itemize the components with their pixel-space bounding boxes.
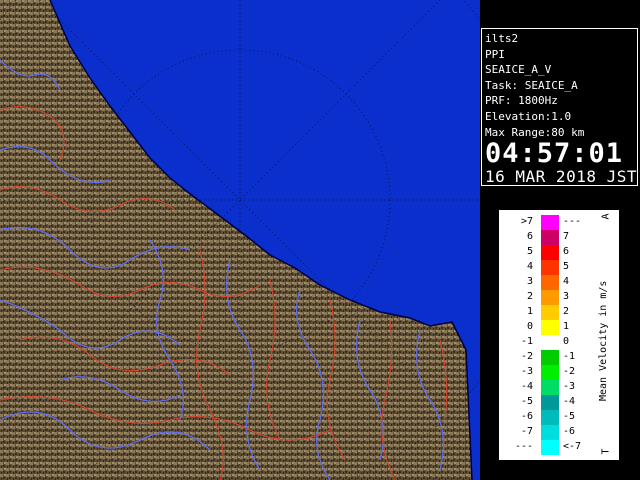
legend-label-right: 5	[563, 261, 570, 272]
legend-corner-top: A	[600, 213, 612, 220]
product-type: PPI	[485, 47, 505, 61]
legend-swatch	[541, 305, 559, 320]
legend-label-right: -6	[563, 426, 576, 437]
legend-swatch	[541, 365, 559, 380]
legend-label-right: ---	[563, 216, 582, 227]
legend-swatch	[541, 290, 559, 305]
radar-info-panel: ilts2 PPI SEAICE_A_V Task: SEAICE_A PRF:…	[481, 28, 638, 186]
legend-label-left: ---	[514, 441, 533, 452]
legend-label-right: 6	[563, 246, 570, 257]
elevation-value: Elevation:1.0	[485, 109, 572, 123]
legend-label-left: -1	[520, 336, 533, 347]
legend-swatch	[541, 335, 559, 350]
legend-swatch	[541, 350, 559, 365]
legend-label-right: -3	[563, 381, 576, 392]
legend-label-left: -4	[520, 381, 533, 392]
legend-label-left: 3	[526, 276, 533, 287]
scan-date: 16 MAR 2018 JST	[485, 167, 637, 187]
legend-swatch	[541, 395, 559, 410]
legend-label-left: -5	[520, 396, 533, 407]
legend-label-left: -2	[520, 351, 533, 362]
legend-label-right: -5	[563, 411, 576, 422]
legend-corner-bottom: T	[600, 448, 612, 455]
legend-swatch	[541, 260, 559, 275]
legend-label-left: 6	[526, 231, 533, 242]
legend-label-right: 7	[563, 231, 570, 242]
legend-label-right: <-7	[563, 441, 582, 452]
legend-swatch	[541, 380, 559, 395]
legend-label-right: 4	[563, 276, 570, 287]
legend-swatch	[541, 230, 559, 245]
legend-swatch	[541, 320, 559, 335]
legend-swatch	[541, 215, 559, 230]
legend-label-right: -4	[563, 396, 576, 407]
task-name: Task: SEAICE_A	[485, 78, 578, 92]
legend-label-left: -6	[520, 411, 533, 422]
field-name: SEAICE_A_V	[485, 63, 552, 77]
scan-time: 04:57:01	[485, 138, 624, 170]
legend-label-left: 4	[526, 261, 533, 272]
legend-title: Mean Velocity in m/s	[598, 280, 609, 402]
legend-label-left: -3	[520, 366, 533, 377]
legend-swatch	[541, 275, 559, 290]
legend-label-left: >7	[520, 216, 533, 227]
legend-label-left: 1	[526, 306, 533, 317]
radar-map[interactable]	[0, 0, 480, 480]
legend-label-right: 3	[563, 291, 570, 302]
legend-label-right: 1	[563, 321, 570, 332]
legend-label-right: -2	[563, 366, 576, 377]
legend-swatch	[541, 410, 559, 425]
legend-label-left: 5	[526, 246, 533, 257]
prf-value: PRF: 1800Hz	[485, 94, 558, 108]
legend-swatch	[541, 440, 559, 455]
legend-swatch	[541, 245, 559, 260]
legend-label-right: -1	[563, 351, 576, 362]
legend-label-right: 0	[563, 336, 570, 347]
legend-label-left: -7	[520, 426, 533, 437]
site-name: ilts2	[485, 32, 519, 45]
legend-label-right: 2	[563, 306, 570, 317]
legend-label-left: 2	[526, 291, 533, 302]
legend-label-left: 0	[526, 321, 533, 332]
legend-swatch	[541, 425, 559, 440]
